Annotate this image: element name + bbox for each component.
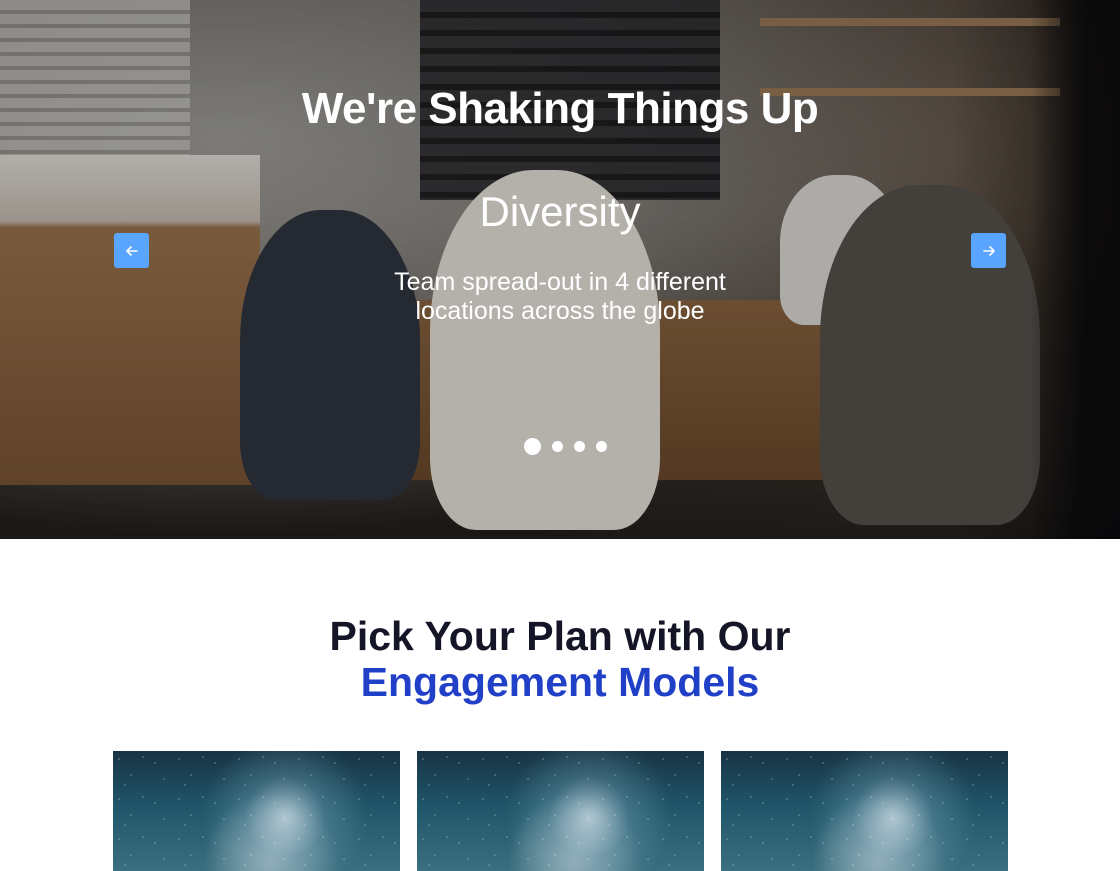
engagement-models-section: Pick Your Plan with Our Engagement Model… <box>0 539 1120 871</box>
section-title: Pick Your Plan with Our Engagement Model… <box>0 613 1120 705</box>
hero-carousel: We're Shaking Things Up Diversity Team s… <box>0 0 1120 539</box>
plan-card-image-1 <box>113 751 400 871</box>
slide-description: Team spread-out in 4 different locations… <box>394 268 726 325</box>
carousel-dot-1[interactable] <box>524 438 541 455</box>
carousel-indicators <box>524 438 607 455</box>
plan-card-image-3 <box>721 751 1008 871</box>
carousel-dot-3[interactable] <box>574 441 585 452</box>
carousel-prev-button[interactable] <box>114 233 149 268</box>
hero-title: We're Shaking Things Up <box>301 84 819 133</box>
carousel-dot-2[interactable] <box>552 441 563 452</box>
carousel-dot-4[interactable] <box>596 441 607 452</box>
arrow-right-icon <box>982 245 995 256</box>
slide-heading: Diversity <box>479 188 641 235</box>
carousel-next-button[interactable] <box>971 233 1006 268</box>
plan-card-image-2 <box>417 751 704 871</box>
plan-cards <box>113 751 1008 871</box>
arrow-left-icon <box>125 245 138 256</box>
section-title-line2: Engagement Models <box>360 659 760 705</box>
section-title-line1: Pick Your Plan with Our <box>329 613 791 659</box>
